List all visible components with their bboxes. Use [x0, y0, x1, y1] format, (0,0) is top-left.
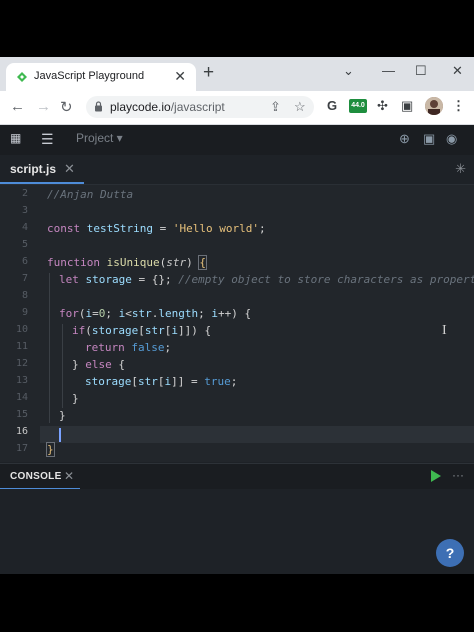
profile-avatar[interactable] [425, 97, 443, 115]
more-options-icon[interactable]: ··· [452, 468, 464, 482]
line-number: 8 [21, 290, 28, 301]
code-line-9: for(i=0; i<str.length; i++) { [59, 307, 252, 320]
code-line-13: storage[str[i]] = true; [85, 375, 238, 388]
help-button[interactable]: ? [436, 539, 464, 567]
lock-icon [95, 101, 102, 112]
file-tab-close-icon[interactable]: ✕ [64, 161, 75, 177]
avatar-image-icon [425, 97, 443, 115]
side-panel-icon[interactable]: ▣ [401, 98, 413, 114]
omnibox[interactable]: playcode.io/javascript ⇪ ☆ [86, 96, 314, 118]
browser-menu-icon[interactable]: ⋮ [452, 98, 465, 114]
address-bar-row: ← → ↻ playcode.io/javascript ⇪ ☆ G 44.0 … [0, 91, 474, 125]
line-number: 10 [15, 324, 28, 335]
tab-search-icon[interactable]: ⌄ [343, 63, 354, 79]
url-text: playcode.io/javascript [110, 100, 225, 114]
text-caret [59, 428, 61, 442]
extensions-puzzle-icon[interactable]: ✣ [377, 98, 388, 114]
console-tab[interactable]: CONSOLE [10, 471, 62, 482]
line-number: 5 [21, 239, 28, 250]
code-line-11: return false; [85, 341, 172, 354]
line-number-gutter: 2 3 4 5 6 7 8 9 10 11 12 13 14 15 16 17 [0, 185, 36, 462]
back-arrow-icon[interactable]: ← [10, 98, 25, 115]
line-number: 12 [15, 358, 28, 369]
format-sparkle-icon[interactable]: ✳ [455, 161, 466, 177]
forward-arrow-icon[interactable]: → [36, 98, 51, 115]
new-tab-button[interactable]: + [203, 63, 214, 83]
active-line-highlight [40, 426, 474, 443]
line-number: 6 [21, 256, 28, 267]
indent-guide [62, 324, 63, 408]
hamburger-menu-icon[interactable]: ☰ [41, 131, 54, 148]
code-line-2: //Anjan Dutta [47, 188, 134, 201]
extension-badge[interactable]: 44.0 [349, 99, 367, 113]
line-number: 17 [15, 443, 28, 454]
line-number: 9 [21, 307, 28, 318]
project-dropdown[interactable]: Project ▾ [76, 131, 123, 145]
preview-eye-icon[interactable]: ◉ [446, 131, 457, 147]
line-number: 13 [15, 375, 28, 386]
indent-guide [49, 273, 50, 423]
reload-icon[interactable]: ↻ [60, 98, 73, 116]
playcode-favicon-icon [17, 72, 27, 82]
url-path: /javascript [170, 100, 225, 114]
tab-close-icon[interactable]: ✕ [174, 68, 186, 85]
line-number: 15 [15, 409, 28, 420]
code-line-14: } [72, 392, 79, 405]
g-extension-icon[interactable]: G [327, 98, 337, 113]
browser-tab[interactable]: JavaScript Playground ✕ [6, 63, 196, 91]
minimize-button[interactable]: — [382, 63, 395, 78]
share-icon[interactable]: ⇪ [270, 99, 281, 115]
active-tab-underline [0, 182, 84, 184]
window-close-button[interactable]: ✕ [452, 63, 463, 79]
browser-tab-strip: JavaScript Playground ✕ + ⌄ — ☐ ✕ [0, 57, 474, 91]
code-line-12: } else { [72, 358, 125, 371]
file-tab-bar: script.js ✕ ✳ [0, 155, 474, 185]
mouse-ibeam-cursor-icon: I [442, 323, 447, 338]
tab-title: JavaScript Playground [34, 70, 145, 82]
console-output[interactable] [0, 489, 474, 574]
apps-grid-icon[interactable]: ▦ [10, 131, 21, 145]
line-number: 4 [21, 222, 28, 233]
line-number-current: 16 [15, 426, 28, 437]
console-close-icon[interactable]: ✕ [64, 469, 74, 483]
code-line-17: } [46, 442, 55, 457]
terminal-icon[interactable]: ▣ [423, 131, 435, 147]
code-line-15: } [59, 409, 66, 422]
line-number: 7 [21, 273, 28, 284]
line-number: 3 [21, 205, 28, 216]
bookmark-star-icon[interactable]: ☆ [294, 99, 306, 115]
line-number: 11 [15, 341, 28, 352]
code-line-4: const testString = 'Hello world'; [47, 222, 266, 235]
code-line-7: let storage = {}; //empty object to stor… [59, 273, 474, 286]
console-tab-bar: CONSOLE ✕ ··· [0, 463, 474, 490]
screen-frame: JavaScript Playground ✕ + ⌄ — ☐ ✕ ← → ↻ … [0, 57, 474, 574]
add-file-icon[interactable]: ⊕ [399, 131, 410, 147]
code-line-10: if(storage[str[i]]) { [72, 324, 212, 337]
maximize-button[interactable]: ☐ [415, 63, 427, 79]
url-host: playcode.io [110, 100, 171, 114]
run-play-icon[interactable] [431, 470, 441, 482]
line-number: 14 [15, 392, 28, 403]
ide-top-bar: ▦ ☰ Project ▾ ⊕ ▣ ◉ [0, 125, 474, 155]
code-line-6: function isUnique(str) { [47, 255, 207, 270]
code-editor[interactable]: 2 3 4 5 6 7 8 9 10 11 12 13 14 15 16 17 … [0, 185, 474, 462]
file-tab-script-js[interactable]: script.js [10, 162, 56, 176]
line-number: 2 [21, 188, 28, 199]
